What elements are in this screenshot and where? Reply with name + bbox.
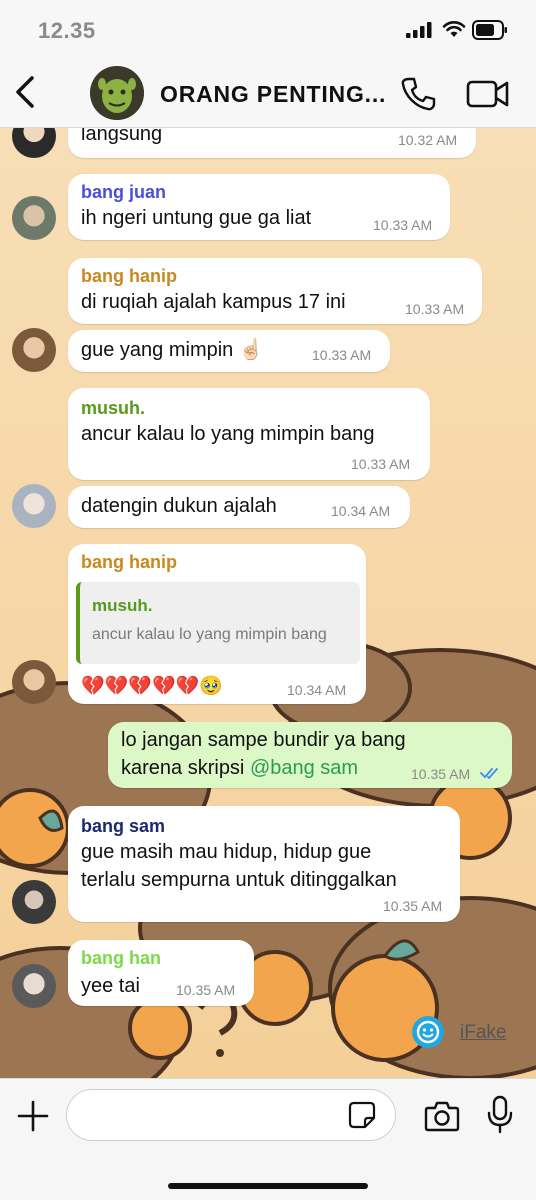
sender-name: bang hanip xyxy=(81,552,177,572)
message-bubble[interactable]: bang hanip di ruqiah ajalah kampus 17 in… xyxy=(68,258,482,324)
video-call-icon[interactable] xyxy=(466,78,510,110)
back-arrow-icon[interactable] xyxy=(10,74,40,110)
message-bubble[interactable]: bang juan ih ngeri untung gue ga liat 10… xyxy=(68,174,450,240)
message-time: 10.34 AM xyxy=(331,503,391,519)
message-bubble[interactable]: datengin dukun ajalah 10.34 AM xyxy=(68,486,410,528)
message-text-line-2: karena skripsi @bang sam xyxy=(121,754,358,783)
microphone-icon[interactable] xyxy=(486,1095,514,1135)
quoted-sender: musuh. xyxy=(92,596,153,615)
message-time: 10.33 AM xyxy=(405,301,465,317)
home-indicator[interactable] xyxy=(168,1183,368,1189)
sender-name: musuh. xyxy=(81,398,146,418)
message-bubble[interactable]: musuh. ancur kalau lo yang mimpin bang 1… xyxy=(68,388,430,480)
camera-icon[interactable] xyxy=(424,1099,460,1133)
phone-icon[interactable] xyxy=(400,76,436,112)
sender-name: bang sam xyxy=(81,816,166,836)
message-text: di ruqiah ajalah kampus 17 ini xyxy=(81,291,346,313)
chat-header: ORANG PENTING... xyxy=(0,58,536,128)
message-text: ancur kalau lo yang mimpin bang xyxy=(81,423,375,445)
message-text: gue yang mimpin ☝🏻 xyxy=(81,339,264,361)
message-bubble[interactable]: gue yang mimpin ☝🏻 10.33 AM xyxy=(68,330,390,372)
message-time: 10.33 AM xyxy=(373,217,433,233)
sender-name: bang han xyxy=(81,948,161,968)
sender-avatar[interactable] xyxy=(12,328,56,372)
message-text-line-1: gue masih mau hidup, hidup gue xyxy=(81,841,372,863)
quoted-message[interactable]: musuh. ancur kalau lo yang mimpin bang xyxy=(76,582,360,664)
sender-avatar[interactable] xyxy=(12,196,56,240)
status-time: 12.35 xyxy=(38,18,96,43)
sender-name: bang juan xyxy=(81,182,166,202)
sender-avatar[interactable] xyxy=(12,964,56,1008)
message-time: 10.33 AM xyxy=(312,347,372,363)
mention-link[interactable]: @bang sam xyxy=(250,757,358,779)
message-time: 10.34 AM xyxy=(287,682,347,698)
message-text: 💔💔💔💔💔🥹 xyxy=(81,676,223,697)
battery-icon xyxy=(472,20,507,40)
message-time: 10.32 AM xyxy=(398,132,458,148)
sender-avatar[interactable] xyxy=(12,880,56,924)
message-text-line-1: lo jangan sampe bundir ya bang xyxy=(121,729,406,751)
outgoing-message-bubble[interactable]: lo jangan sampe bundir ya bang karena sk… xyxy=(108,722,512,788)
quoted-text: ancur kalau lo yang mimpin bang xyxy=(92,626,327,643)
message-time: 10.35 AM xyxy=(411,766,471,782)
message-text: yee tai xyxy=(81,975,140,997)
sender-avatar[interactable] xyxy=(12,484,56,528)
read-receipt-icon xyxy=(480,768,498,780)
sender-avatar[interactable] xyxy=(12,660,56,704)
sender-name: bang hanip xyxy=(81,266,177,286)
plus-icon[interactable] xyxy=(16,1099,50,1133)
status-bar: 12.35 xyxy=(0,0,536,58)
message-text: datengin dukun ajalah xyxy=(81,495,277,517)
cellular-signal-icon xyxy=(406,22,432,38)
ifake-logo-icon xyxy=(412,1016,444,1048)
message-composer xyxy=(0,1078,536,1200)
message-bubble[interactable]: bang hanip musuh. ancur kalau lo yang mi… xyxy=(68,544,366,704)
message-text: langsung xyxy=(81,128,163,145)
sticker-icon[interactable] xyxy=(348,1101,376,1129)
message-text-line-2: terlalu sempurna untuk ditinggalkan xyxy=(81,869,397,891)
message-bubble[interactable]: langsung 10.32 AM xyxy=(68,128,476,158)
message-time: 10.33 AM xyxy=(351,456,411,472)
message-text-prefix: karena skripsi xyxy=(121,757,250,779)
group-avatar[interactable] xyxy=(90,66,144,120)
wifi-icon xyxy=(442,21,466,37)
message-input[interactable] xyxy=(66,1089,396,1141)
group-title[interactable]: ORANG PENTING... xyxy=(160,81,386,108)
message-bubble[interactable]: bang han yee tai 10.35 AM xyxy=(68,940,254,1006)
message-time: 10.35 AM xyxy=(176,982,236,998)
chat-area[interactable]: langsung 10.32 AM bang juan ih ngeri unt… xyxy=(0,128,536,1078)
message-time: 10.35 AM xyxy=(383,898,443,914)
message-bubble[interactable]: bang sam gue masih mau hidup, hidup gue … xyxy=(68,806,460,922)
message-text: ih ngeri untung gue ga liat xyxy=(81,207,312,229)
watermark-label: iFake xyxy=(460,1022,507,1043)
